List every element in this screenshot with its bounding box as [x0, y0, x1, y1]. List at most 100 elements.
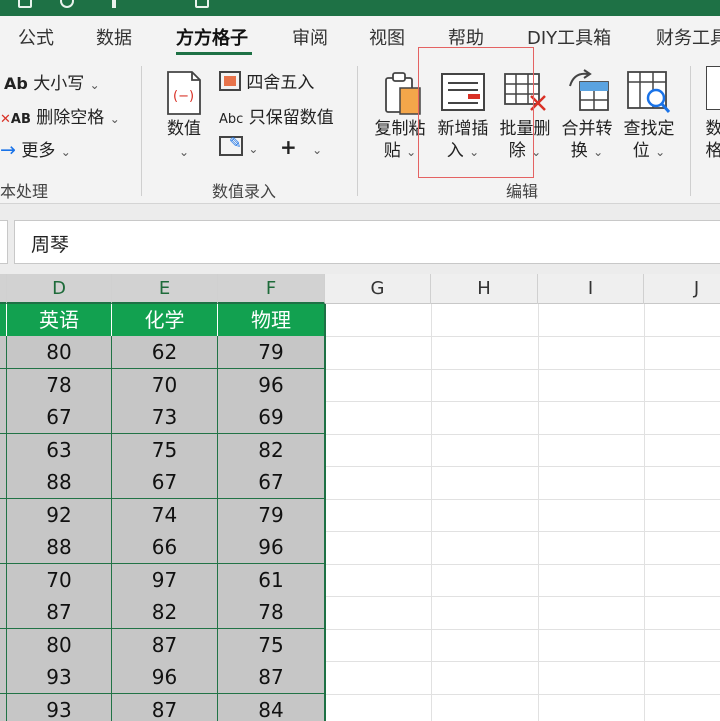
cell-chemistry[interactable]: 75 — [112, 433, 218, 467]
save-icon[interactable] — [18, 0, 32, 8]
cell-physics[interactable]: 69 — [218, 401, 325, 434]
tab-fangfang[interactable]: 方方格子 — [176, 24, 248, 50]
value-document-icon[interactable]: (−) — [164, 70, 204, 116]
highlight-box — [418, 47, 534, 178]
merge-convert-button[interactable]: 合并转 换 ⌄ — [556, 118, 618, 163]
group-label-numeric: 数值录入 — [212, 182, 277, 201]
cell-c[interactable] — [0, 531, 7, 564]
tab-review[interactable]: 审阅 — [292, 24, 328, 50]
tab-formulas[interactable]: 公式 — [18, 24, 54, 50]
column-header-c[interactable] — [0, 274, 7, 304]
column-header-i[interactable]: I — [538, 274, 644, 304]
cell-chemistry[interactable]: 96 — [112, 661, 218, 694]
header-cell-english[interactable]: 英语 — [7, 304, 112, 336]
header-cell-c[interactable] — [0, 304, 7, 336]
cell-physics[interactable]: 79 — [218, 498, 325, 532]
cell-physics[interactable]: 79 — [218, 336, 325, 369]
cell-c[interactable] — [0, 628, 7, 662]
cell-english[interactable]: 78 — [7, 368, 112, 402]
cell-english[interactable]: 93 — [7, 661, 112, 694]
cell-c[interactable] — [0, 336, 7, 369]
cell-c[interactable] — [0, 401, 7, 434]
tab-diy-toolbox[interactable]: DIY工具箱 — [527, 24, 611, 50]
case-button[interactable]: Ab 大小写 ⌄ — [4, 69, 100, 94]
partial-button-icon[interactable] — [706, 66, 720, 110]
cell-english[interactable]: 70 — [7, 563, 112, 597]
cell-physics[interactable]: 84 — [218, 693, 325, 721]
find-locate-icon[interactable] — [626, 70, 672, 116]
merge-convert-icon[interactable] — [564, 68, 610, 116]
partial-ribbon-button[interactable]: 数 格 — [702, 118, 720, 162]
delete-spaces-button[interactable]: ✕AB 删除空格 ⌄ — [0, 103, 120, 128]
cell-english[interactable]: 92 — [7, 498, 112, 532]
column-header-f[interactable]: F — [218, 274, 325, 304]
cell-c[interactable] — [0, 433, 7, 467]
cell-physics[interactable]: 87 — [218, 661, 325, 694]
keep-numeric-button[interactable]: Abc 只保留数值 — [219, 103, 334, 128]
cell-chemistry[interactable]: 62 — [112, 336, 218, 369]
redo-icon[interactable] — [112, 0, 116, 8]
cell-english[interactable]: 88 — [7, 466, 112, 499]
cell-english[interactable]: 88 — [7, 531, 112, 564]
cell-c[interactable] — [0, 498, 7, 532]
cell-chemistry[interactable]: 67 — [112, 466, 218, 499]
plus-icon: + — [280, 135, 297, 159]
cell-english[interactable]: 67 — [7, 401, 112, 434]
find-locate-button[interactable]: 查找定 位 ⌄ — [618, 118, 680, 163]
chevron-down-icon: ⌄ — [312, 143, 323, 157]
cell-chemistry[interactable]: 97 — [112, 563, 218, 597]
formula-input[interactable]: 周琴 — [14, 220, 720, 264]
cell-chemistry[interactable]: 87 — [112, 628, 218, 662]
cell-c[interactable] — [0, 693, 7, 721]
plus-button[interactable]: + ⌄ — [280, 135, 322, 159]
round-icon — [219, 71, 241, 91]
cell-c[interactable] — [0, 596, 7, 629]
more-button[interactable]: → 更多 ⌄ — [0, 136, 71, 161]
header-cell-chemistry[interactable]: 化学 — [112, 304, 218, 336]
tab-data[interactable]: 数据 — [96, 24, 132, 50]
cell-chemistry[interactable]: 66 — [112, 531, 218, 564]
cell-chemistry[interactable]: 82 — [112, 596, 218, 629]
cell-physics[interactable]: 96 — [218, 531, 325, 564]
group-label-edit: 编辑 — [506, 182, 539, 201]
cell-physics[interactable]: 75 — [218, 628, 325, 662]
cell-english[interactable]: 87 — [7, 596, 112, 629]
header-cell-physics[interactable]: 物理 — [218, 304, 325, 336]
cell-c[interactable] — [0, 563, 7, 597]
name-box[interactable] — [0, 220, 8, 264]
column-header-j[interactable]: J — [644, 274, 720, 304]
cell-chemistry[interactable]: 74 — [112, 498, 218, 532]
cell-english[interactable]: 80 — [7, 628, 112, 662]
spreadsheet-grid[interactable]: 英语 化学 物理 80 62 79 78 70 96 67 73 69 63 75 82 88 67 67 9… — [0, 304, 720, 721]
cell-c[interactable] — [0, 466, 7, 499]
column-header-d[interactable]: D — [7, 274, 112, 304]
cell-chemistry[interactable]: 87 — [112, 693, 218, 721]
cell-english[interactable]: 63 — [7, 433, 112, 467]
value-button[interactable]: 数值 ⌄ — [160, 118, 208, 163]
undo-icon[interactable] — [60, 0, 74, 8]
cell-physics[interactable]: 96 — [218, 368, 325, 402]
cell-c[interactable] — [0, 661, 7, 694]
cell-chemistry[interactable]: 73 — [112, 401, 218, 434]
group-label-text: 本处理 — [0, 182, 49, 201]
quick-access-icon[interactable] — [195, 0, 209, 8]
tab-view[interactable]: 视图 — [369, 24, 405, 50]
column-header-g[interactable]: G — [325, 274, 431, 304]
cell-physics[interactable]: 61 — [218, 563, 325, 597]
cell-physics[interactable]: 82 — [218, 433, 325, 467]
ribbon-tabs: 公式 数据 方方格子 审阅 视图 帮助 DIY工具箱 财务工具 — [0, 16, 720, 58]
cell-physics[interactable]: 78 — [218, 596, 325, 629]
chevron-down-icon: ⌄ — [109, 112, 120, 126]
cell-c[interactable] — [0, 368, 7, 402]
tab-finance-tools[interactable]: 财务工具 — [656, 24, 720, 50]
column-header-e[interactable]: E — [112, 274, 218, 304]
cell-physics[interactable]: 67 — [218, 466, 325, 499]
active-tab-indicator — [176, 52, 252, 55]
round-button[interactable]: 四舍五入 — [219, 68, 314, 93]
cell-english[interactable]: 93 — [7, 693, 112, 721]
column-header-h[interactable]: H — [431, 274, 538, 304]
cell-chemistry[interactable]: 70 — [112, 368, 218, 402]
svg-text:(−): (−) — [173, 89, 194, 104]
edit-form-button[interactable]: ✎ ⌄ — [219, 134, 258, 158]
cell-english[interactable]: 80 — [7, 336, 112, 369]
